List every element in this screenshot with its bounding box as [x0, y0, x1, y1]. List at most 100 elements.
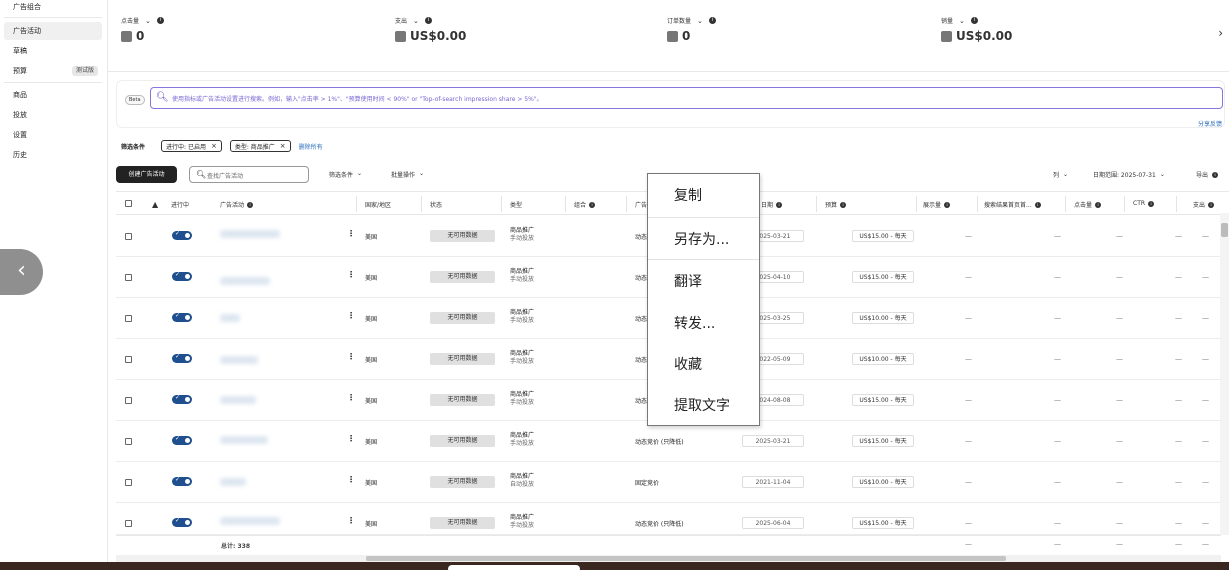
row-checkbox[interactable] [125, 233, 132, 240]
metric-orders[interactable]: 订单数量 ⌄ i 0 [667, 16, 716, 43]
sidebar-item-history[interactable]: 历史 [4, 146, 102, 164]
sidebar-item-products[interactable]: 商品 [4, 86, 102, 104]
row-checkbox[interactable] [125, 438, 132, 445]
filter-chip-active[interactable]: 进行中: 已启用 × [161, 140, 222, 152]
more-actions-icon[interactable]: ⋮ [347, 311, 355, 320]
share-feedback-link[interactable]: 分享反馈 [1198, 119, 1222, 128]
active-toggle[interactable] [172, 271, 192, 281]
info-icon[interactable]: i [970, 17, 978, 24]
more-actions-icon[interactable]: ⋮ [347, 229, 355, 238]
table-row[interactable]: ⋮ 美国 无可用数据 商品推广自动投放 固定竞价 2021-11-04 US$1… [116, 462, 1221, 503]
budget-field[interactable]: US$15.00 - 每天 [852, 230, 914, 242]
find-campaign-input[interactable]: 🔍︎ 查找广告活动 [189, 166, 309, 183]
active-toggle[interactable] [172, 353, 192, 363]
sidebar-item-budgets[interactable]: 预算 测试版 [4, 62, 102, 80]
campaign-name-redacted[interactable] [220, 314, 240, 322]
budget-field[interactable]: US$10.00 - 每天 [852, 312, 914, 324]
filter-dropdown[interactable]: 筛选条件 ⌄ [329, 170, 362, 179]
chevron-down-icon[interactable]: ⌄ [145, 17, 151, 25]
campaign-name-redacted[interactable] [220, 396, 256, 404]
row-checkbox[interactable] [125, 520, 132, 527]
menu-item-forward[interactable]: 转发... [648, 304, 759, 345]
close-icon[interactable]: × [280, 142, 286, 150]
info-icon[interactable]: i [424, 17, 432, 24]
active-toggle[interactable] [172, 517, 192, 527]
header-clicks[interactable]: 点击量 i [1074, 200, 1102, 209]
chevron-down-icon[interactable]: ⌄ [697, 17, 703, 25]
header-budget[interactable]: 预算 i [825, 200, 847, 209]
budget-field[interactable]: US$15.00 - 每天 [852, 517, 914, 529]
header-spend[interactable]: 支出 i [1193, 200, 1215, 209]
columns-dropdown[interactable]: 列 ⌄ [1053, 170, 1068, 179]
sidebar-item-settings[interactable]: 设置 [4, 126, 102, 144]
active-toggle[interactable] [172, 435, 192, 445]
select-all-checkbox[interactable] [125, 200, 132, 207]
menu-item-copy[interactable]: 复制 [648, 176, 759, 217]
create-campaign-button[interactable]: 创建广告活动 [116, 166, 177, 183]
row-checkbox[interactable] [125, 479, 132, 486]
chevron-down-icon[interactable]: ⌄ [413, 17, 419, 25]
campaign-name-redacted[interactable] [220, 436, 268, 444]
table-row[interactable]: ⋮ 美国 无可用数据 商品推广手动投放 动态竞价 (只降低) 2025-03-2… [116, 421, 1221, 462]
menu-item-save-as[interactable]: 另存为... [648, 220, 759, 261]
table-row[interactable]: ⋮ 美国 无可用数据 商品推广手动投放 动态竞价 (只降低) 2025-06-0… [116, 503, 1221, 535]
chevron-down-icon[interactable]: ⌄ [959, 17, 965, 25]
budget-field[interactable]: US$15.00 - 每天 [852, 435, 914, 447]
budget-field[interactable]: US$15.00 - 每天 [852, 394, 914, 406]
row-checkbox[interactable] [125, 274, 132, 281]
header-campaign[interactable]: 广告活动 i [220, 200, 254, 209]
header-bidding[interactable]: 广告 [635, 200, 647, 209]
horizontal-scrollbar[interactable] [116, 555, 1221, 562]
more-actions-icon[interactable]: ⋮ [347, 352, 355, 361]
active-toggle[interactable] [172, 230, 192, 240]
start-date-field[interactable]: 2021-11-04 [742, 476, 804, 488]
close-icon[interactable]: × [211, 142, 217, 150]
header-type[interactable]: 类型 [510, 200, 522, 209]
sidebar-item-campaigns[interactable]: 广告活动 [4, 22, 102, 40]
header-impressions[interactable]: 展示量 i [923, 200, 951, 209]
campaign-name-redacted[interactable] [220, 517, 280, 525]
active-toggle[interactable] [172, 312, 192, 322]
more-actions-icon[interactable]: ⋮ [347, 434, 355, 443]
campaign-name-redacted[interactable] [220, 478, 246, 486]
more-actions-icon[interactable]: ⋮ [347, 516, 355, 525]
metric-clicks[interactable]: 点击量 ⌄ i 0 [121, 16, 164, 43]
campaign-name-redacted[interactable] [220, 277, 270, 285]
sidebar-item-targeting[interactable]: 投放 [4, 106, 102, 124]
chevron-right-icon[interactable]: › [1218, 26, 1223, 40]
info-icon[interactable]: i [708, 17, 716, 24]
row-checkbox[interactable] [125, 315, 132, 322]
header-ctr[interactable]: CTR i [1133, 200, 1155, 207]
filter-chip-type[interactable]: 类型: 商品推广 × [229, 140, 291, 152]
active-toggle[interactable] [172, 476, 192, 486]
budget-field[interactable]: US$10.00 - 每天 [852, 353, 914, 365]
more-actions-icon[interactable]: ⋮ [347, 270, 355, 279]
budget-field[interactable]: US$15.00 - 每天 [852, 271, 914, 283]
header-tos-share[interactable]: 搜索结果首页首... i [984, 200, 1041, 209]
taskbar-search[interactable] [448, 565, 580, 570]
campaign-name-redacted[interactable] [220, 356, 258, 364]
metric-sales[interactable]: 销量 ⌄ i US$0.00 [941, 16, 1012, 43]
scrollbar-thumb[interactable] [1221, 223, 1228, 237]
bulk-actions-dropdown[interactable]: 批量操作 ⌄ [391, 170, 424, 179]
start-date-field[interactable]: 2025-03-21 [742, 435, 804, 447]
header-portfolio[interactable]: 组合 i [574, 200, 596, 209]
header-status[interactable]: 状态 [430, 200, 442, 209]
row-checkbox[interactable] [125, 356, 132, 363]
metric-search-input[interactable]: 🔍︎ 使用指标或广告活动设置进行搜索。例如，输入"点击率 > 1%"、"预算使用… [150, 87, 1223, 109]
header-country[interactable]: 国家/地区 [365, 200, 391, 209]
scrollbar-thumb[interactable] [366, 556, 1006, 561]
clear-all-filters-link[interactable]: 删除所有 [299, 142, 323, 151]
menu-item-translate[interactable]: 翻译 [648, 262, 759, 303]
date-range-dropdown[interactable]: 日期范围: 2025-07-31 ⌄ [1093, 170, 1165, 179]
metric-spend[interactable]: 支出 ⌄ i US$0.00 [395, 16, 466, 43]
more-actions-icon[interactable]: ⋮ [347, 475, 355, 484]
vertical-scrollbar[interactable] [1220, 213, 1229, 535]
more-actions-icon[interactable]: ⋮ [347, 393, 355, 402]
start-date-field[interactable]: 2025-06-04 [742, 517, 804, 529]
row-checkbox[interactable] [125, 397, 132, 404]
header-active[interactable]: 进行中 [171, 200, 189, 209]
sidebar-item-drafts[interactable]: 草稿 [4, 42, 102, 60]
export-button[interactable]: 导出 i [1196, 170, 1219, 179]
menu-item-favorite[interactable]: 收藏 [648, 345, 759, 386]
